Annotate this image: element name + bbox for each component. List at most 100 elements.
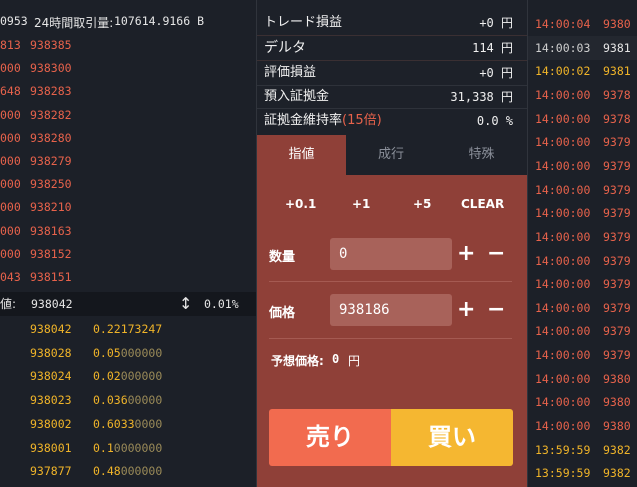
- trade-price: 9380: [603, 371, 631, 386]
- ask-price: 938210: [30, 200, 72, 215]
- stat-label: デルタ: [264, 40, 306, 56]
- ask-price: 938282: [30, 107, 72, 122]
- price-label: 価格: [269, 306, 296, 321]
- bid-price: 938028: [30, 345, 72, 360]
- order-type-tabs: 指値 成行 特殊: [257, 135, 527, 175]
- bid-row[interactable]: 937877 0.48000000: [0, 460, 256, 483]
- stat-margin-ratio: 証拠金維持率(15倍) 0.0 %: [257, 109, 527, 133]
- bid-price: 938001: [30, 440, 72, 455]
- sell-button[interactable]: 売り: [269, 409, 391, 466]
- price-input[interactable]: 938186: [330, 294, 452, 326]
- trade-time: 14:00:00: [535, 419, 591, 434]
- quantity-minus-button[interactable]: −: [487, 243, 505, 265]
- ask-row[interactable]: 043 938151: [0, 266, 256, 289]
- bid-size-significant: 0.48: [93, 464, 121, 479]
- ask-size: 648: [0, 84, 21, 99]
- ask-price: 938250: [30, 177, 72, 192]
- ask-price: 938279: [30, 154, 72, 168]
- increment-0-1-button[interactable]: +0.1: [285, 197, 316, 211]
- trade-row: 14:00:00 9379: [528, 130, 637, 154]
- spread-arrow-icon: ↕: [179, 294, 193, 313]
- ask-row[interactable]: 000 938210: [0, 196, 256, 219]
- ask-price: 938280: [30, 130, 72, 145]
- trade-time: 14:00:00: [535, 182, 591, 197]
- trade-time: 14:00:00: [535, 300, 591, 315]
- ask-row[interactable]: 000 938163: [0, 220, 256, 243]
- trade-time: 14:00:00: [535, 229, 591, 244]
- bid-size-padding: 0000000: [113, 440, 163, 455]
- tab-market[interactable]: 成行: [346, 135, 436, 175]
- increment-1-button[interactable]: +1: [352, 197, 370, 211]
- ask-size: 000: [0, 107, 21, 122]
- ask-row[interactable]: 000 938152: [0, 243, 256, 266]
- trade-history: 14:00:04 9380 14:00:03 9381 14:00:02 9381 14:0…: [528, 0, 637, 487]
- bid-size: 0.02000000: [93, 365, 162, 388]
- ask-size: 000: [0, 246, 21, 261]
- trade-price: 9379: [603, 206, 631, 221]
- bid-row[interactable]: 938024 0.02000000: [0, 365, 256, 388]
- bid-size: 0.05000000: [93, 342, 162, 365]
- volume-prefix: 0953: [0, 14, 28, 28]
- bid-row[interactable]: 938042 0.22173247: [0, 318, 256, 341]
- stat-unrealized-pnl: 評価損益 +0 円: [257, 61, 527, 86]
- order-book: 0953 24時間取引量: 107614.9166 B 813 938385 000…: [0, 0, 256, 487]
- trade-row: 14:00:00 9380: [528, 367, 637, 391]
- trade-price: 9382: [603, 442, 631, 457]
- trade-time: 14:00:03: [535, 40, 591, 55]
- stat-delta: デルタ 114 円: [257, 36, 527, 61]
- ask-row[interactable]: 813 938385: [0, 34, 256, 57]
- trade-time: 14:00:00: [535, 253, 591, 268]
- bid-size-significant: 0.05: [93, 345, 121, 360]
- ask-price: 938385: [30, 38, 72, 52]
- stat-value: 0.0 %: [476, 114, 513, 128]
- ask-size: 000: [0, 61, 21, 76]
- clear-button[interactable]: CLEAR: [461, 197, 504, 211]
- ask-row[interactable]: 648 938283: [0, 80, 256, 103]
- mid-price: 938042: [31, 297, 73, 311]
- ask-row[interactable]: 000 938280: [0, 127, 256, 150]
- bid-size: 0.60330000: [93, 413, 162, 436]
- trade-price: 9379: [603, 348, 631, 363]
- quantity-plus-button[interactable]: +: [457, 243, 475, 265]
- trade-time: 14:00:00: [535, 277, 591, 292]
- trade-time: 14:00:00: [535, 348, 591, 363]
- bid-price: 937877: [30, 464, 72, 479]
- stat-value: 114 円: [472, 41, 513, 55]
- bid-size-padding: 000000: [120, 345, 163, 360]
- form-divider: [269, 338, 512, 339]
- quantity-input[interactable]: 0: [330, 238, 452, 270]
- ask-price: 938152: [30, 246, 72, 261]
- buy-button[interactable]: 買い: [391, 409, 513, 466]
- bid-size: 0.22173247: [93, 318, 162, 341]
- trade-price: 9379: [603, 300, 631, 315]
- ask-size: 000: [0, 223, 21, 238]
- tab-special[interactable]: 特殊: [436, 135, 527, 175]
- ask-row[interactable]: 000 938250: [0, 173, 256, 196]
- stat-value: +0 円: [479, 66, 513, 80]
- bid-price: 938002: [30, 416, 72, 431]
- bid-price: 938042: [30, 322, 72, 336]
- trade-row: 14:00:02 9381: [528, 59, 637, 83]
- bid-price: 938023: [30, 393, 72, 408]
- trade-price: 9378: [603, 111, 631, 126]
- trade-price: 9381: [603, 40, 631, 55]
- price-minus-button[interactable]: −: [487, 299, 505, 321]
- ask-row[interactable]: 000 938300: [0, 57, 256, 80]
- ask-row[interactable]: 000 938279: [0, 150, 256, 173]
- expected-price-value: 0: [332, 352, 340, 366]
- trade-price: 9379: [603, 324, 631, 339]
- price-plus-button[interactable]: +: [457, 299, 475, 321]
- bid-size-significant: 0.1: [93, 440, 114, 455]
- bid-row[interactable]: 938028 0.05000000: [0, 342, 256, 365]
- trade-row: 14:00:00 9379: [528, 201, 637, 225]
- increment-5-button[interactable]: +5: [413, 197, 431, 211]
- bid-row[interactable]: 938001 0.10000000: [0, 437, 256, 460]
- ask-price: 938300: [30, 61, 72, 76]
- ask-row[interactable]: 000 938282: [0, 104, 256, 127]
- stat-label: 預入証拠金: [264, 89, 330, 104]
- tab-limit[interactable]: 指値: [257, 135, 346, 175]
- mid-price-row: 値: 938042 ↕ 0.01%: [0, 292, 256, 316]
- ask-price: 938283: [30, 84, 72, 99]
- bid-row[interactable]: 938023 0.03600000: [0, 389, 256, 412]
- bid-row[interactable]: 938002 0.60330000: [0, 413, 256, 436]
